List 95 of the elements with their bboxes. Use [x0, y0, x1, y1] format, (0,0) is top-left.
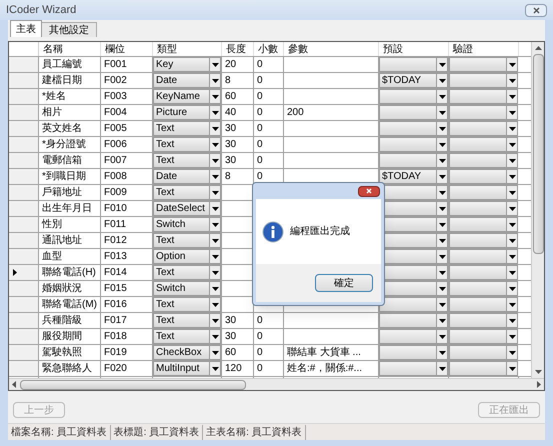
scroll-up-icon[interactable]	[534, 46, 542, 50]
table-cell: 60	[222, 89, 254, 104]
column-header[interactable]: 預設	[379, 42, 449, 56]
table-cell: 0	[254, 345, 284, 360]
window-title: ICoder Wizard	[6, 2, 76, 18]
type-dropdown[interactable]: Text	[153, 185, 210, 200]
column-header[interactable]: 名稱	[39, 42, 101, 56]
column-header[interactable]: 類型	[153, 42, 222, 56]
table-cell: 緊急聯絡人	[39, 361, 101, 376]
type-dropdown[interactable]: MultiInput	[153, 361, 210, 376]
column-header[interactable]: 長度	[222, 42, 254, 56]
scroll-right-icon[interactable]	[537, 381, 541, 388]
type-dropdown[interactable]: Key	[153, 57, 210, 72]
table-cell: 20	[222, 57, 254, 72]
table-cell: 8	[222, 73, 254, 88]
type-dropdown[interactable]: Text	[153, 233, 210, 248]
type-dropdown[interactable]: Text	[153, 297, 210, 312]
table-cell: 0	[254, 329, 284, 344]
column-header[interactable]: 小數	[254, 42, 284, 56]
table-cell: 出生年月日	[39, 201, 101, 216]
info-icon	[262, 220, 284, 242]
table-cell: *身分證號	[39, 137, 101, 152]
close-icon	[532, 6, 540, 14]
status-text: 表標題: 員工資料表	[110, 424, 204, 440]
type-dropdown[interactable]: Text	[153, 329, 210, 344]
type-dropdown[interactable]: CheckBox	[153, 345, 210, 360]
column-header[interactable]: 驗證	[449, 42, 519, 56]
scroll-thumb[interactable]	[20, 380, 246, 390]
table-cell: 建檔日期	[39, 73, 101, 88]
table-cell: 0	[254, 57, 284, 72]
table-cell: *姓名	[39, 89, 101, 104]
table-cell: 英文姓名	[39, 121, 101, 136]
dialog-message: 編程匯出完成	[290, 224, 350, 239]
default-dropdown[interactable]: $TODAY	[379, 169, 437, 184]
type-dropdown[interactable]: Text	[153, 153, 210, 168]
table-cell: 40	[222, 105, 254, 120]
table-cell: 30	[222, 329, 254, 344]
default-dropdown[interactable]: $TODAY	[379, 73, 437, 88]
column-header[interactable]: 參數	[284, 42, 379, 56]
tab[interactable]: 主表	[10, 20, 42, 37]
scroll-left-icon[interactable]	[12, 381, 16, 388]
type-dropdown[interactable]: Text	[153, 137, 210, 152]
scroll-thumb[interactable]	[532, 54, 544, 254]
vertical-scrollbar[interactable]	[531, 42, 544, 378]
table-cell: 員工編號	[39, 57, 101, 72]
type-dropdown[interactable]: Picture	[153, 105, 210, 120]
table-cell: 駕駛執照	[39, 345, 101, 360]
table-cell: *到職日期	[39, 169, 101, 184]
close-button[interactable]	[358, 186, 380, 196]
table-cell: 120	[222, 361, 254, 376]
table-cell: 電郵信箱	[39, 153, 101, 168]
table-cell: 服役期間	[39, 329, 101, 344]
type-dropdown[interactable]: Text	[153, 265, 210, 280]
table-cell: 婚姻狀況	[39, 281, 101, 296]
table-cell: 血型	[39, 249, 101, 264]
type-dropdown[interactable]: Text	[153, 121, 210, 136]
table-cell: 聯絡電話(M)	[39, 297, 101, 312]
close-button[interactable]	[525, 4, 547, 16]
table-cell: 性別	[39, 217, 101, 232]
type-dropdown[interactable]: Switch	[153, 281, 210, 296]
column-header[interactable]: 欄位	[101, 42, 153, 56]
table-cell: 30	[222, 137, 254, 152]
table-cell: 相片	[39, 105, 101, 120]
table-cell: 0	[254, 313, 284, 328]
type-dropdown[interactable]: Option	[153, 249, 210, 264]
close-icon	[366, 188, 372, 194]
table-cell: 0	[254, 105, 284, 120]
scroll-down-icon[interactable]	[534, 370, 542, 374]
table-cell: 戶籍地址	[39, 185, 101, 200]
table-cell: 0	[254, 89, 284, 104]
ok-button[interactable]: 確定	[315, 274, 373, 292]
table-cell: 通訊地址	[39, 233, 101, 248]
row-header[interactable]	[9, 265, 39, 280]
type-dropdown[interactable]: DateSelect	[153, 201, 210, 216]
type-dropdown[interactable]: Date	[153, 169, 210, 184]
table-cell: 60	[222, 345, 254, 360]
table-cell: 0	[254, 137, 284, 152]
type-dropdown[interactable]: KeyName	[153, 89, 210, 104]
horizontal-scrollbar[interactable]	[9, 378, 544, 390]
table-cell: 30	[222, 313, 254, 328]
table-cell: 30	[222, 121, 254, 136]
table-cell: 0	[254, 121, 284, 136]
table-cell: 0	[254, 73, 284, 88]
status-text: 主表名稱: 員工資料表	[203, 424, 306, 440]
table-cell: 30	[222, 153, 254, 168]
type-dropdown[interactable]: Date	[153, 73, 210, 88]
current-row-icon	[13, 269, 17, 276]
type-dropdown[interactable]: Text	[153, 313, 210, 328]
table-cell: 0	[254, 153, 284, 168]
tab[interactable]: 其他設定	[42, 22, 97, 37]
table-cell: 兵種階級	[39, 313, 101, 328]
type-dropdown[interactable]: Switch	[153, 217, 210, 232]
table-cell: 0	[254, 361, 284, 376]
status-text: 檔案名稱: 員工資料表	[8, 424, 111, 440]
table-cell: 聯絡電話(H)	[39, 265, 101, 280]
